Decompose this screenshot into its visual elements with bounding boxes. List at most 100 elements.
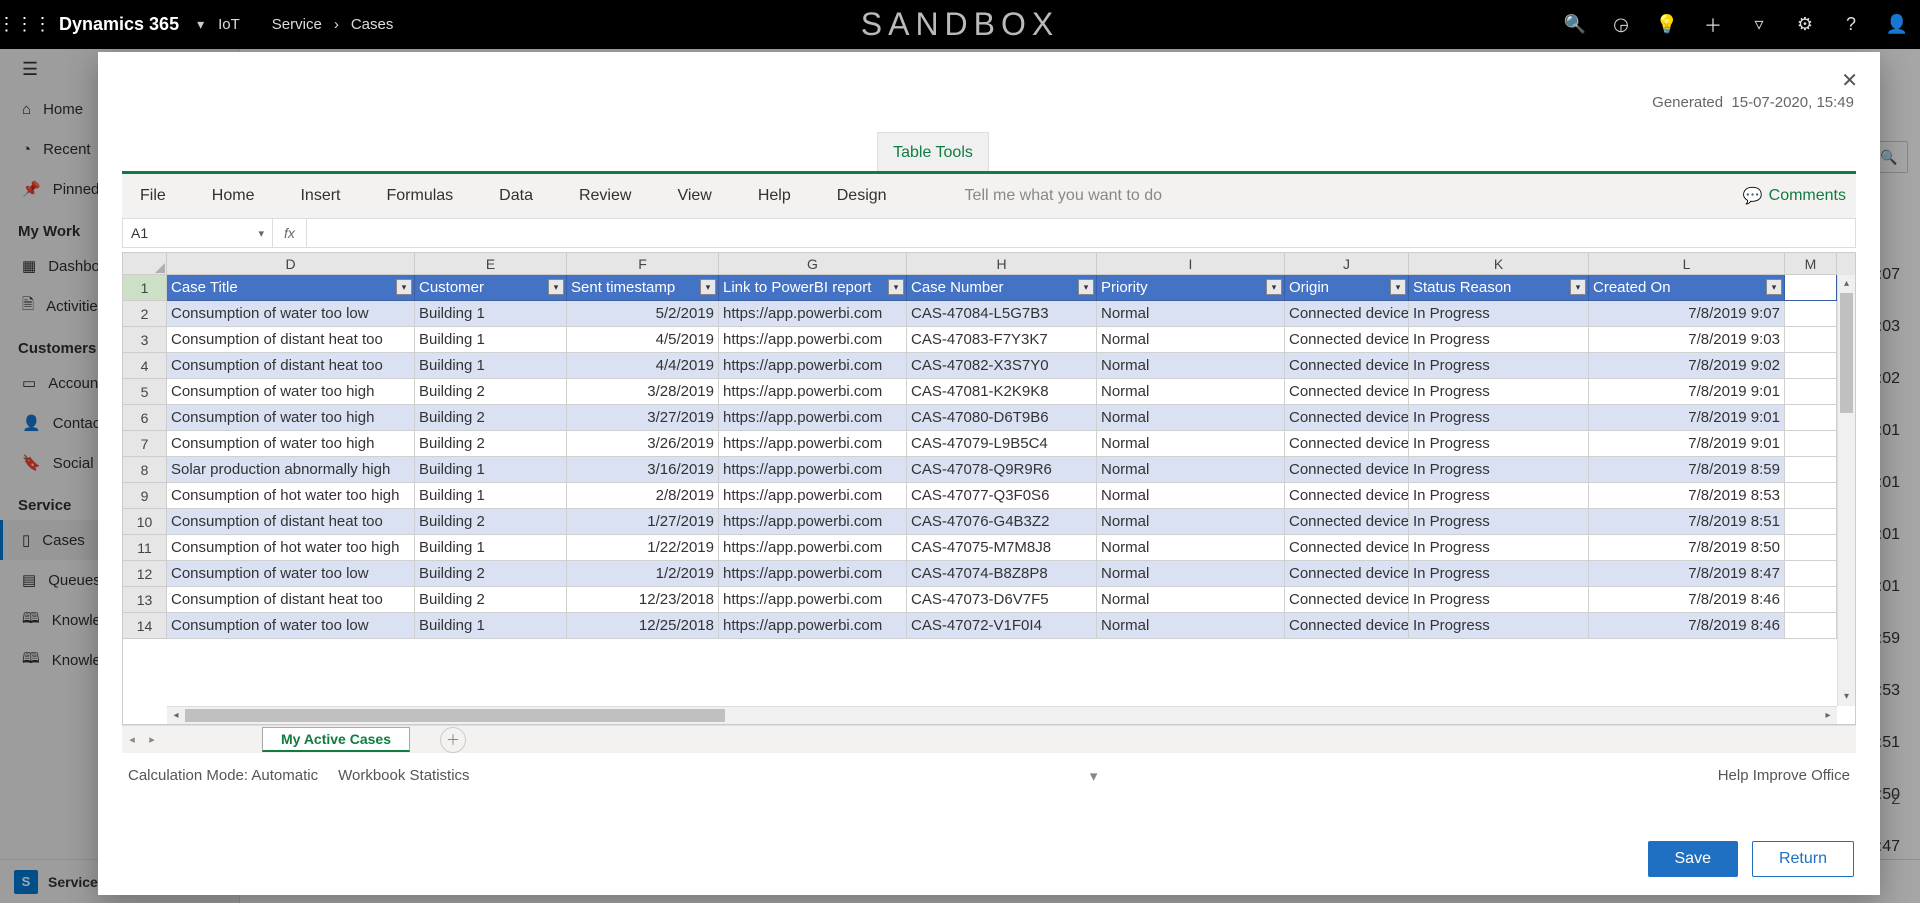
table-cell[interactable]: https://app.powerbi.com (719, 587, 907, 613)
table-cell[interactable]: 1/22/2019 (567, 535, 719, 561)
table-cell[interactable]: CAS-47076-G4B3Z2 (907, 509, 1097, 535)
table-cell[interactable]: 7/8/2019 8:51 (1589, 509, 1785, 535)
table-cell[interactable]: In Progress (1409, 613, 1589, 639)
status-dropdown-icon[interactable]: ▾ (1090, 767, 1098, 785)
table-cell[interactable]: https://app.powerbi.com (719, 613, 907, 639)
table-cell[interactable]: CAS-47083-F7Y3K7 (907, 327, 1097, 353)
task-icon[interactable]: ◶ (1598, 0, 1644, 49)
table-cell[interactable]: 4/5/2019 (567, 327, 719, 353)
empty-cell[interactable] (1785, 275, 1837, 301)
tab-nav-prev-icon[interactable]: ◂ (122, 733, 142, 746)
table-cell[interactable]: Connected device (1285, 561, 1409, 587)
table-cell[interactable]: Building 1 (415, 457, 567, 483)
table-cell[interactable]: Building 1 (415, 535, 567, 561)
table-cell[interactable]: CAS-47081-K2K9K8 (907, 379, 1097, 405)
row-number[interactable]: 6 (123, 405, 167, 431)
table-cell[interactable]: Consumption of hot water too high (167, 483, 415, 509)
settings-gear-icon[interactable]: ⚙ (1782, 0, 1828, 49)
table-cell[interactable]: 3/27/2019 (567, 405, 719, 431)
table-row[interactable]: 5Consumption of water too highBuilding 2… (123, 379, 1837, 405)
table-cell[interactable]: CAS-47084-L5G7B3 (907, 301, 1097, 327)
column-letter[interactable]: I (1097, 253, 1285, 275)
table-header-cell[interactable]: Sent timestamp▾ (567, 275, 719, 301)
table-cell[interactable]: 7/8/2019 9:01 (1589, 405, 1785, 431)
table-cell[interactable]: 12/23/2018 (567, 587, 719, 613)
table-cell[interactable]: Consumption of water too low (167, 561, 415, 587)
column-letter[interactable]: L (1589, 253, 1785, 275)
table-cell[interactable]: CAS-47077-Q3F0S6 (907, 483, 1097, 509)
filter-dropdown-icon[interactable]: ▾ (1766, 279, 1782, 295)
table-header-cell[interactable]: Status Reason▾ (1409, 275, 1589, 301)
table-cell[interactable]: 4/4/2019 (567, 353, 719, 379)
table-cell[interactable]: 7/8/2019 8:59 (1589, 457, 1785, 483)
table-cell[interactable]: 1/27/2019 (567, 509, 719, 535)
empty-cell[interactable] (1785, 301, 1837, 327)
table-cell[interactable]: Connected device (1285, 483, 1409, 509)
row-number[interactable]: 11 (123, 535, 167, 561)
column-letter[interactable]: K (1409, 253, 1589, 275)
table-cell[interactable]: Building 1 (415, 613, 567, 639)
table-cell[interactable]: In Progress (1409, 405, 1589, 431)
empty-cell[interactable] (1785, 431, 1837, 457)
table-cell[interactable]: Normal (1097, 405, 1285, 431)
worksheet-tab-active[interactable]: My Active Cases (262, 727, 410, 752)
table-cell[interactable]: In Progress (1409, 327, 1589, 353)
empty-cell[interactable] (1785, 457, 1837, 483)
table-cell[interactable]: 7/8/2019 8:50 (1589, 535, 1785, 561)
ribbon-tab-data[interactable]: Data (491, 183, 541, 209)
column-letter[interactable]: E (415, 253, 567, 275)
scroll-right-icon[interactable]: ▸ (1819, 707, 1837, 725)
empty-cell[interactable] (1785, 509, 1837, 535)
empty-cell[interactable] (1785, 613, 1837, 639)
table-cell[interactable]: CAS-47082-X3S7Y0 (907, 353, 1097, 379)
table-cell[interactable]: CAS-47074-B8Z8P8 (907, 561, 1097, 587)
close-icon[interactable]: ✕ (1841, 68, 1858, 93)
table-cell[interactable]: Normal (1097, 535, 1285, 561)
table-cell[interactable]: Normal (1097, 353, 1285, 379)
row-number[interactable]: 3 (123, 327, 167, 353)
row-number[interactable]: 7 (123, 431, 167, 457)
table-cell[interactable]: CAS-47078-Q9R9R6 (907, 457, 1097, 483)
search-icon[interactable]: 🔍 (1552, 0, 1598, 49)
column-letter[interactable]: M (1785, 253, 1837, 275)
table-cell[interactable]: Consumption of water too high (167, 431, 415, 457)
table-header-cell[interactable]: Case Number▾ (907, 275, 1097, 301)
table-cell[interactable]: Consumption of water too high (167, 379, 415, 405)
column-letter[interactable]: J (1285, 253, 1409, 275)
add-icon[interactable]: ＋ (1690, 0, 1736, 49)
table-cell[interactable]: https://app.powerbi.com (719, 535, 907, 561)
table-row[interactable]: 10Consumption of distant heat tooBuildin… (123, 509, 1837, 535)
table-cell[interactable]: Normal (1097, 327, 1285, 353)
filter-dropdown-icon[interactable]: ▾ (396, 279, 412, 295)
table-cell[interactable]: 3/16/2019 (567, 457, 719, 483)
table-row[interactable]: 11Consumption of hot water too highBuild… (123, 535, 1837, 561)
table-header-cell[interactable]: Created On▾ (1589, 275, 1785, 301)
table-cell[interactable]: Building 2 (415, 561, 567, 587)
lightbulb-icon[interactable]: 💡 (1644, 0, 1690, 49)
table-header-cell[interactable]: Case Title▾ (167, 275, 415, 301)
table-cell[interactable]: Connected device (1285, 327, 1409, 353)
row-number[interactable]: 12 (123, 561, 167, 587)
return-button[interactable]: Return (1752, 841, 1854, 877)
table-cell[interactable]: Connected device (1285, 379, 1409, 405)
ribbon-tab-home[interactable]: Home (204, 183, 263, 209)
table-cell[interactable]: In Progress (1409, 535, 1589, 561)
table-cell[interactable]: Solar production abnormally high (167, 457, 415, 483)
filter-dropdown-icon[interactable]: ▾ (1390, 279, 1406, 295)
table-cell[interactable]: In Progress (1409, 301, 1589, 327)
empty-cell[interactable] (1785, 353, 1837, 379)
table-cell[interactable]: 7/8/2019 8:46 (1589, 587, 1785, 613)
row-number[interactable]: 1 (123, 275, 167, 301)
table-cell[interactable]: CAS-47080-D6T9B6 (907, 405, 1097, 431)
filter-dropdown-icon[interactable]: ▾ (1078, 279, 1094, 295)
row-number[interactable]: 5 (123, 379, 167, 405)
vertical-scrollbar[interactable]: ▴ ▾ (1837, 275, 1855, 706)
table-cell[interactable]: 5/2/2019 (567, 301, 719, 327)
table-cell[interactable]: 7/8/2019 9:03 (1589, 327, 1785, 353)
table-cell[interactable]: 7/8/2019 9:01 (1589, 379, 1785, 405)
table-cell[interactable]: 7/8/2019 8:53 (1589, 483, 1785, 509)
ribbon-tab-file[interactable]: File (132, 183, 174, 209)
help-improve-link[interactable]: Help Improve Office (1718, 767, 1850, 785)
empty-cell[interactable] (1785, 483, 1837, 509)
user-avatar-icon[interactable]: 👤 (1874, 0, 1920, 49)
